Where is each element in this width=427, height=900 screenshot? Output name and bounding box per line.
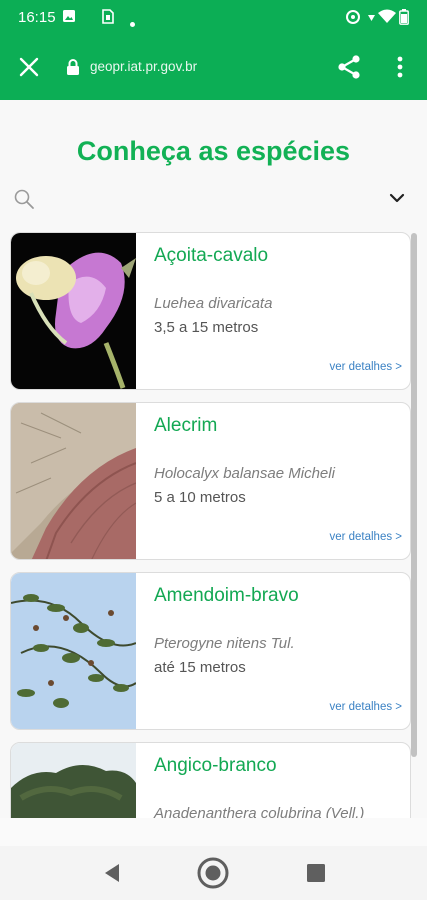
signal-icon: [368, 11, 375, 29]
species-height: até 15 metros: [154, 659, 246, 676]
species-scientific-name: Pterogyne nitens Tul.: [154, 635, 295, 652]
species-photo: [11, 233, 136, 389]
browser-header: 16:15 geopr.iat.pr.gov.br: [0, 0, 427, 100]
wifi-icon: [378, 9, 396, 29]
species-photo: [11, 573, 136, 729]
species-scientific-name: Anadenanthera colubrina (Vell.): [154, 805, 365, 818]
chevron-down-icon[interactable]: [388, 191, 406, 205]
search-icon[interactable]: [13, 188, 35, 210]
battery-icon: [399, 9, 409, 30]
image-icon: [62, 9, 76, 28]
page-title: Conheça as espécies: [76, 136, 351, 166]
species-name: Angico-branco: [154, 755, 277, 776]
species-name: Amendoim-bravo: [154, 585, 299, 606]
species-name: Alecrim: [154, 415, 218, 436]
scrollbar[interactable]: [411, 233, 417, 757]
details-link[interactable]: ver detalhes >: [329, 701, 402, 713]
species-photo: [11, 743, 136, 818]
details-link[interactable]: ver detalhes >: [329, 531, 402, 543]
close-icon[interactable]: [18, 56, 40, 78]
sim-card-icon: [102, 9, 114, 29]
share-icon[interactable]: [336, 54, 362, 80]
species-card[interactable]: Amendoim-bravo Pterogyne nitens Tul. até…: [10, 572, 411, 730]
details-link[interactable]: ver detalhes >: [329, 361, 402, 373]
dot-icon: [130, 14, 135, 32]
status-bar: 16:15: [0, 0, 427, 34]
species-card[interactable]: Açoita-cavalo Luehea divaricata 3,5 a 15…: [10, 232, 411, 390]
species-card[interactable]: Alecrim Holocalyx balansae Micheli 5 a 1…: [10, 402, 411, 560]
home-icon[interactable]: [196, 856, 230, 890]
recents-icon[interactable]: [306, 863, 326, 883]
search-input[interactable]: [40, 186, 370, 212]
species-card[interactable]: Angico-branco Anadenanthera colubrina (V…: [10, 742, 411, 818]
lock-icon: [66, 58, 80, 76]
status-time: 16:15: [18, 9, 56, 26]
species-name: Açoita-cavalo: [154, 245, 269, 266]
species-scientific-name: Luehea divaricata: [154, 295, 273, 312]
page-content: Conheça as espécies Açoita-cavalo Luehea…: [0, 100, 427, 818]
back-icon[interactable]: [101, 861, 123, 885]
url-text[interactable]: geopr.iat.pr.gov.br: [90, 59, 197, 74]
species-height: 5 a 10 metros: [154, 489, 246, 506]
system-nav-bar: [0, 846, 427, 900]
more-vert-icon[interactable]: [391, 54, 409, 80]
data-saver-icon: [345, 9, 361, 30]
browser-toolbar: geopr.iat.pr.gov.br: [0, 34, 427, 100]
species-scientific-name: Holocalyx balansae Micheli: [154, 465, 335, 482]
species-height: 3,5 a 15 metros: [154, 319, 259, 336]
species-photo: [11, 403, 136, 559]
